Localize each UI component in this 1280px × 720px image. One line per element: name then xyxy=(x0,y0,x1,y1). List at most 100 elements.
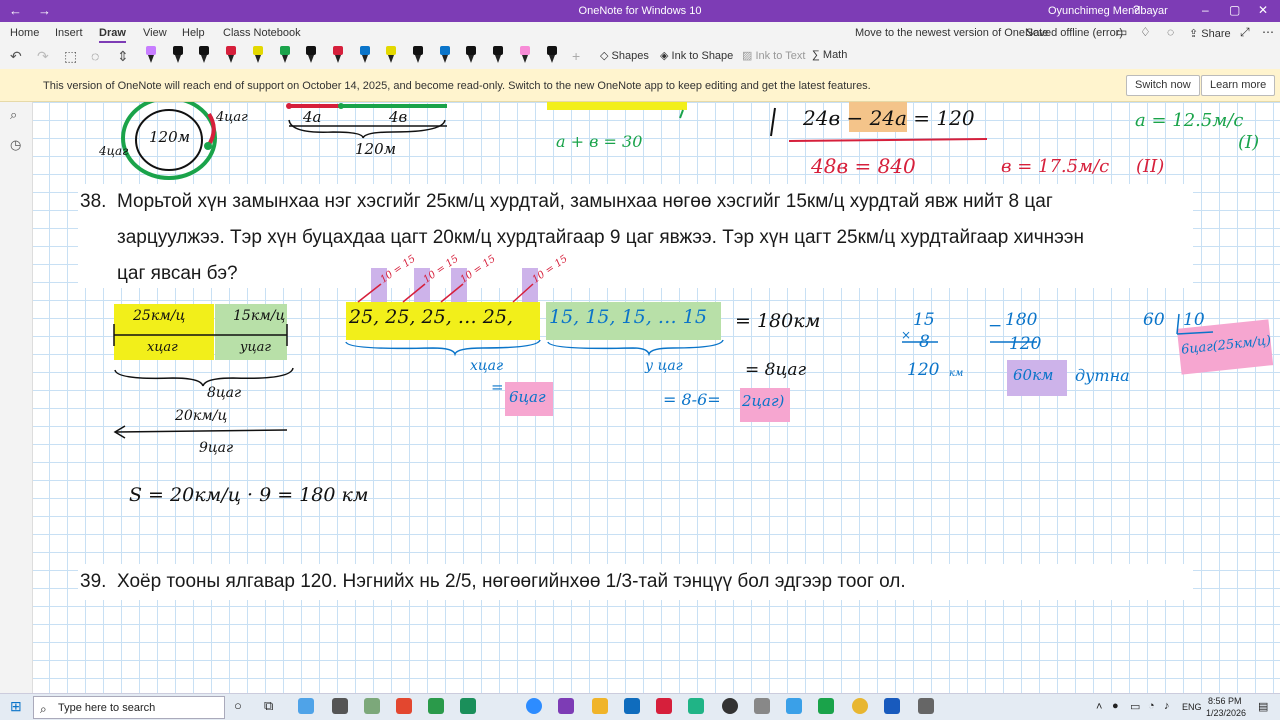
more-icon[interactable]: ⋯ xyxy=(1262,25,1274,39)
eraser-icon[interactable]: ◌ xyxy=(91,48,99,64)
pen-12-icon[interactable] xyxy=(439,46,450,66)
file-explorer-icon[interactable] xyxy=(592,698,608,714)
learn-more-button[interactable]: Learn more xyxy=(1201,75,1276,96)
save-status: Saved offline (error) xyxy=(1026,27,1124,39)
minimize-icon[interactable]: – xyxy=(1202,3,1209,17)
pen-5-icon[interactable] xyxy=(252,46,263,66)
share-button[interactable]: ⇪ Share xyxy=(1189,27,1231,40)
app-icon-2[interactable] xyxy=(396,698,412,714)
pen-tip xyxy=(548,55,555,63)
tab-help[interactable]: Help xyxy=(182,27,205,39)
app-icon-6[interactable] xyxy=(786,698,802,714)
search-icon[interactable]: ⌕ xyxy=(10,107,17,123)
taskbar-search-box[interactable]: ⌕ Type here to search xyxy=(33,696,225,719)
problem-38-line-1: Морьтой хүн замынхаа нэг хэсгийг 25км/ц … xyxy=(117,191,1053,212)
lasso-select-icon[interactable]: ⬚ xyxy=(64,48,77,65)
pen-1-icon[interactable] xyxy=(146,46,156,66)
word-icon[interactable] xyxy=(884,698,900,714)
pen-14-icon[interactable] xyxy=(493,46,504,66)
language-indicator[interactable]: ENG xyxy=(1182,702,1202,712)
pen-4-icon[interactable] xyxy=(226,46,237,66)
calculator-icon[interactable] xyxy=(332,698,348,714)
outlook-icon[interactable] xyxy=(624,698,640,714)
app-icon-5[interactable] xyxy=(722,698,738,714)
pen-tip xyxy=(495,55,502,63)
clock-date[interactable]: 1/23/2026 xyxy=(1206,708,1246,718)
pen-11-icon[interactable] xyxy=(413,46,423,66)
bell-icon[interactable]: ♢ xyxy=(1140,25,1151,39)
pen-9-icon[interactable] xyxy=(359,46,370,66)
task-view-icon[interactable]: ⧉ xyxy=(264,698,273,714)
tray-chevron-icon[interactable]: ˄ xyxy=(1096,701,1102,713)
return-hours: 9цаг xyxy=(199,440,234,456)
close-icon[interactable]: ✕ xyxy=(1258,3,1268,17)
ribbon-tabs: Home Insert Draw View Help Class Noteboo… xyxy=(0,22,1280,43)
pen-cap xyxy=(252,46,263,55)
share-label: Share xyxy=(1201,28,1231,40)
onenote-icon[interactable] xyxy=(558,698,574,714)
network-icon[interactable]: ◔ xyxy=(1148,700,1155,712)
app-icon-4[interactable] xyxy=(460,698,476,714)
switch-now-button[interactable]: Switch now xyxy=(1126,75,1200,96)
tab-home[interactable]: Home xyxy=(10,27,39,39)
math-button[interactable]: ∑ Math xyxy=(812,49,847,61)
time-label-2: 4цаг xyxy=(99,144,129,158)
pen-6-icon[interactable] xyxy=(279,46,290,66)
pen-cap xyxy=(413,46,423,55)
maximize-icon[interactable]: ▢ xyxy=(1229,3,1240,17)
windows-start-icon[interactable]: ⊞ xyxy=(10,698,22,715)
pen-cap xyxy=(466,46,477,55)
cortana-icon[interactable]: ○ xyxy=(234,698,242,713)
expand-icon[interactable]: ⤢ xyxy=(1240,25,1250,40)
battery-icon[interactable]: ▭ xyxy=(1130,700,1140,713)
acrobat-icon[interactable] xyxy=(656,698,672,714)
pen-tip xyxy=(441,55,448,63)
y-calculation: = 8-6= xyxy=(663,390,721,409)
pen-2-icon[interactable] xyxy=(172,46,183,66)
volume-icon[interactable]: ♪ xyxy=(1164,700,1170,712)
x-value-6-hours: 6цаг xyxy=(509,388,546,406)
chrome-icon[interactable] xyxy=(852,698,868,714)
pen-16-icon[interactable] xyxy=(546,46,557,66)
app-icon-7[interactable] xyxy=(818,698,834,714)
pen-10-icon[interactable] xyxy=(386,46,397,66)
calculator-app-icon[interactable] xyxy=(918,698,934,714)
ink-to-shape-button[interactable]: ◈ Ink to Shape xyxy=(660,49,733,62)
redo-icon[interactable]: ↷ xyxy=(37,48,49,65)
page-canvas[interactable]: 4цаг 120м 4цаг 4а 4в 120м a + в = 30 24в… xyxy=(33,102,1280,693)
multiply-bottom: 8 xyxy=(919,332,930,352)
add-pen-icon[interactable]: + xyxy=(572,48,580,64)
pen-tip xyxy=(281,55,288,63)
recent-icon[interactable]: ◷ xyxy=(10,137,21,153)
settings-icon[interactable] xyxy=(754,698,770,714)
ink-to-text-button[interactable]: ▨ Ink to Text xyxy=(742,49,805,62)
copilot-icon[interactable] xyxy=(298,698,314,714)
zoom-icon[interactable] xyxy=(526,698,542,714)
clock-time[interactable]: 8:56 PM xyxy=(1208,696,1242,706)
microphone-icon[interactable]: ● xyxy=(1112,700,1119,712)
app-icon-3[interactable] xyxy=(428,698,444,714)
multiply-sign: × xyxy=(901,328,912,342)
help-icon[interactable]: ? xyxy=(1133,3,1140,17)
camtasia-icon[interactable] xyxy=(688,698,704,714)
tab-insert[interactable]: Insert xyxy=(55,27,83,39)
move-to-new-version-link[interactable]: Move to the newest version of OneNote xyxy=(855,27,1048,39)
add-space-icon[interactable]: ⇕ xyxy=(117,48,129,65)
tab-draw[interactable]: Draw xyxy=(99,27,126,43)
tab-view[interactable]: View xyxy=(143,27,167,39)
shapes-button[interactable]: ◇ Shapes xyxy=(600,49,649,62)
pen-tip xyxy=(468,55,475,63)
app-icon-1[interactable] xyxy=(364,698,380,714)
tab-class-notebook[interactable]: Class Notebook xyxy=(223,27,301,39)
pen-7-icon[interactable] xyxy=(306,46,317,66)
pen-3-icon[interactable] xyxy=(199,46,210,66)
pen-13-icon[interactable] xyxy=(466,46,477,66)
notebook-icon[interactable]: ▭ xyxy=(1116,25,1127,39)
pen-8-icon[interactable] xyxy=(332,46,343,66)
end-of-support-banner: This version of OneNote will reach end o… xyxy=(0,69,1280,102)
user-name[interactable]: Oyunchimeg Mendbayar xyxy=(1048,5,1168,17)
undo-icon[interactable]: ↶ xyxy=(10,48,22,65)
notifications-icon[interactable]: ▤ xyxy=(1258,700,1268,713)
pen-15-icon[interactable] xyxy=(519,46,530,66)
lightbulb-icon[interactable]: ◌ xyxy=(1167,25,1174,39)
